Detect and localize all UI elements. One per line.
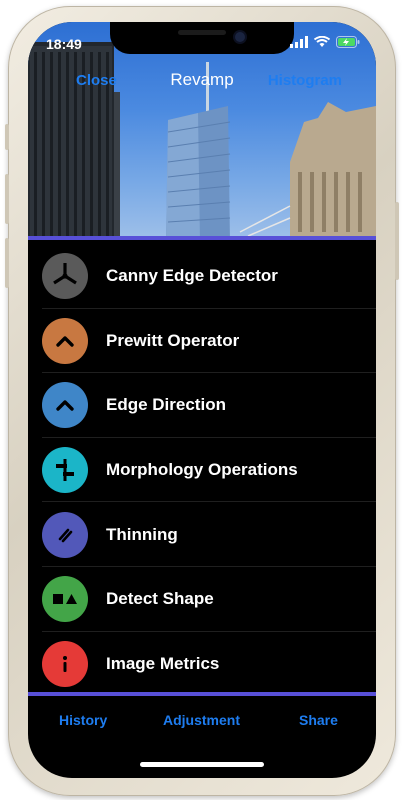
tool-label: Image Metrics [106,653,220,673]
signal-icon [290,36,308,48]
power-button [395,202,399,280]
battery-charging-icon [336,36,360,48]
status-icons [290,36,360,48]
tool-item-detect-shape[interactable]: Detect Shape [28,567,376,632]
tool-item-prewitt-operator[interactable]: Prewitt Operator [28,309,376,374]
history-tab[interactable]: History [59,712,107,728]
chevron-up-icon [42,382,88,429]
top-divider [28,236,376,240]
tool-item-canny-edge-detector[interactable]: Canny Edge Detector [28,244,376,309]
double-slash-icon [42,511,88,558]
info-icon [42,640,88,687]
camera-icon [235,32,245,42]
tool-item-edge-direction[interactable]: Edge Direction [28,373,376,438]
bottom-toolbar: History Adjustment Share [28,696,376,736]
silent-switch [5,124,9,150]
tool-label: Canny Edge Detector [106,266,278,286]
tool-label: Detect Shape [106,589,214,609]
tool-item-morphology-operations[interactable]: Morphology Operations [28,438,376,503]
volume-down-button [5,238,9,288]
notch [110,22,294,54]
tool-item-image-metrics[interactable]: Image Metrics [28,632,376,697]
morphology-icon [42,447,88,494]
city-photo [28,42,376,240]
status-time: 18:49 [46,36,82,52]
histogram-button[interactable]: Histogram [268,72,342,89]
tool-label: Prewitt Operator [106,330,240,350]
screen: 18:49 Close Revamp Histogram Canny Edge … [28,22,376,778]
wifi-icon [314,36,330,47]
tool-label: Thinning [106,524,178,544]
tool-item-thinning[interactable]: Thinning [28,502,376,567]
home-indicator[interactable] [140,762,264,767]
tool-label: Morphology Operations [106,460,298,480]
tool-label: Edge Direction [106,395,226,415]
adjustment-tab[interactable]: Adjustment [163,712,240,728]
volume-up-button [5,174,9,224]
tools-list: Canny Edge Detector Prewitt Operator Edg… [28,244,376,696]
chevron-up-icon [42,317,88,364]
share-tab[interactable]: Share [299,712,338,728]
tri-spoke-icon [42,253,88,300]
square-triangle-icon [42,576,88,623]
image-preview [28,22,376,240]
